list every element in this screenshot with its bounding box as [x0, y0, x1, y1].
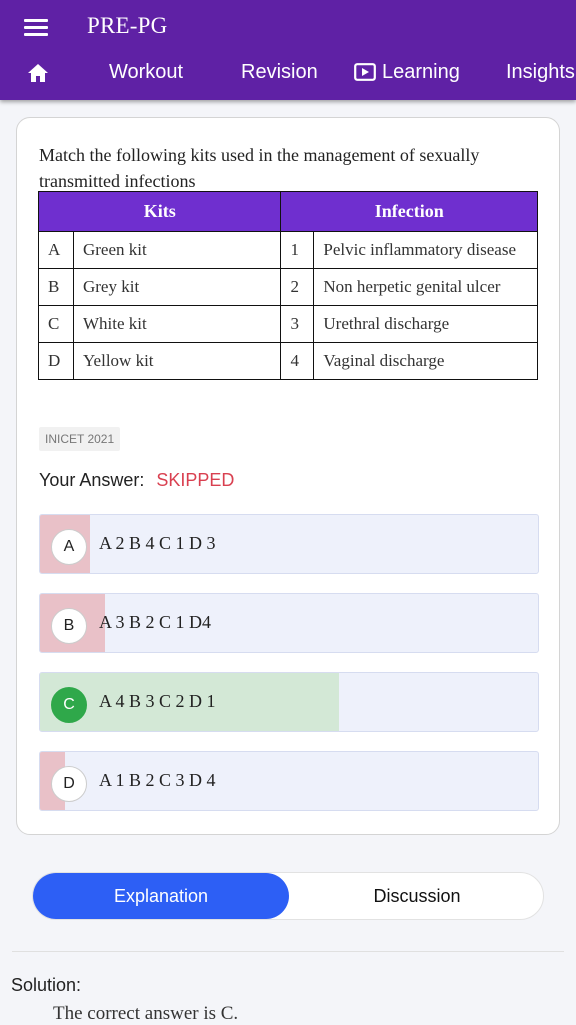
row-infection: Non herpetic genital ulcer [313, 268, 538, 306]
row-letter: D [38, 342, 74, 380]
row-number: 4 [280, 342, 315, 380]
nav-revision[interactable]: Revision [241, 61, 318, 84]
row-kit: White kit [72, 305, 282, 343]
explanation-tabs: Explanation Discussion [32, 872, 544, 920]
row-number: 1 [280, 231, 315, 269]
row-letter: B [38, 268, 74, 306]
option-text: A 2 B 4 C 1 D 3 [99, 533, 216, 553]
row-number: 2 [280, 268, 315, 306]
nav-workout[interactable]: Workout [109, 61, 183, 84]
table-header-row: Kits Infection [37, 191, 538, 232]
option-a[interactable]: A A 2 B 4 C 1 D 3 [39, 514, 539, 574]
row-kit: Green kit [72, 231, 282, 269]
option-letter-badge: D [51, 766, 87, 802]
question-card: Match the following kits used in the man… [16, 117, 560, 835]
tab-explanation[interactable]: Explanation [33, 873, 289, 919]
exam-tag: INICET 2021 [39, 427, 121, 451]
your-answer-label: Your Answer: [39, 470, 145, 490]
option-text: A 4 B 3 C 2 D 1 [99, 691, 216, 711]
row-infection: Pelvic inflammatory disease [313, 231, 538, 269]
nav-learning-label: Learning [382, 61, 460, 83]
your-answer: Your Answer: SKIPPED [39, 470, 234, 491]
app-header: PRE-PG Workout Revision Learning Insight… [0, 0, 576, 100]
solution-label: Solution: [11, 975, 82, 995]
play-screen-icon [354, 63, 376, 81]
answer-status: SKIPPED [156, 470, 235, 490]
nav-bar: Workout Revision Learning Insights [0, 55, 576, 95]
row-infection: Vaginal discharge [313, 342, 538, 380]
divider [12, 951, 564, 952]
option-letter-badge: C [51, 687, 87, 723]
nav-insights[interactable]: Insights [506, 61, 575, 84]
table-row: B Grey kit 2 Non herpetic genital ulcer [38, 268, 538, 306]
tab-discussion[interactable]: Discussion [289, 873, 545, 919]
row-number: 3 [280, 305, 315, 343]
menu-icon[interactable] [22, 16, 52, 38]
option-letter-badge: A [51, 529, 87, 565]
table-header-infection: Infection [280, 191, 538, 232]
option-d[interactable]: D A 1 B 2 C 3 D 4 [39, 751, 539, 811]
table-row: A Green kit 1 Pelvic inflammatory diseas… [38, 231, 538, 269]
row-letter: C [38, 305, 74, 343]
row-infection: Urethral discharge [313, 305, 538, 343]
option-text: A 3 B 2 C 1 D4 [99, 612, 212, 632]
option-text: A 1 B 2 C 3 D 4 [99, 770, 216, 790]
question-text: Match the following kits used in the man… [39, 145, 480, 191]
match-table: Kits Infection A Green kit 1 Pelvic infl… [37, 191, 538, 380]
nav-learning[interactable]: Learning [354, 61, 460, 84]
row-letter: A [38, 231, 74, 269]
option-b[interactable]: B A 3 B 2 C 1 D4 [39, 593, 539, 653]
table-row: C White kit 3 Urethral discharge [38, 305, 538, 343]
solution-text: The correct answer is C. [53, 1003, 239, 1024]
row-kit: Yellow kit [72, 342, 282, 380]
option-letter-badge: B [51, 608, 87, 644]
app-title: PRE-PG [87, 13, 168, 38]
option-c[interactable]: C A 4 B 3 C 2 D 1 [39, 672, 539, 732]
table-header-kits: Kits [37, 191, 282, 232]
row-kit: Grey kit [72, 268, 282, 306]
table-row: D Yellow kit 4 Vaginal discharge [38, 342, 538, 380]
